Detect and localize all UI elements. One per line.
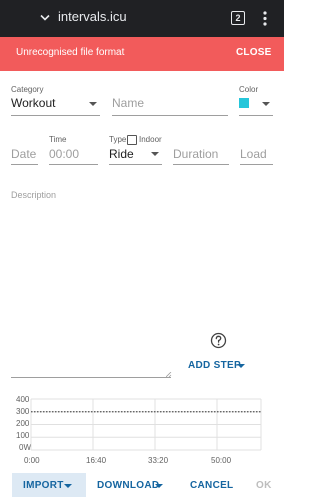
time-input[interactable]: 00:00 (49, 147, 79, 161)
load-input[interactable]: Load (240, 147, 267, 161)
duration-underline (173, 164, 229, 165)
date-input[interactable]: Date (11, 147, 36, 161)
type-underline (109, 164, 162, 165)
description-underline (11, 377, 171, 378)
color-dropdown-icon[interactable] (262, 102, 270, 106)
type-select[interactable]: Ride (109, 147, 134, 161)
type-label: Type (109, 135, 127, 144)
error-message: Unrecognised file format (16, 47, 125, 58)
more-menu-icon[interactable] (262, 11, 268, 26)
close-banner-button[interactable]: CLOSE (236, 47, 271, 58)
url-text[interactable]: intervals.icu (58, 9, 127, 24)
category-underline (11, 115, 100, 116)
add-step-dropdown-icon[interactable] (237, 364, 245, 368)
date-underline (11, 164, 38, 165)
color-swatch[interactable] (239, 98, 249, 108)
indoor-label: Indoor (139, 135, 162, 144)
type-dropdown-icon[interactable] (151, 152, 159, 156)
add-step-button[interactable]: ADD STEP (188, 360, 245, 371)
download-button[interactable]: DOWNLOAD (97, 480, 159, 491)
load-underline (240, 164, 273, 165)
help-icon[interactable] (210, 332, 227, 349)
chevron-down-icon[interactable] (40, 14, 50, 22)
indoor-checkbox[interactable] (127, 135, 137, 145)
add-step-label: ADD STEP (188, 360, 241, 371)
category-select[interactable]: Workout (11, 96, 55, 110)
color-underline (239, 115, 273, 116)
time-underline (49, 164, 98, 165)
duration-input[interactable]: Duration (173, 147, 218, 161)
tab-switcher-button[interactable]: 2 (231, 11, 245, 25)
color-label: Color (239, 85, 259, 94)
import-dropdown-icon[interactable] (64, 484, 72, 488)
power-chart: 400 300 200 100 0W 0:00 16:40 33:20 50:0… (0, 392, 284, 468)
chart-plot (30, 398, 262, 451)
category-label: Category (11, 85, 44, 94)
download-dropdown-icon[interactable] (155, 484, 163, 488)
name-underline (112, 115, 228, 116)
ok-button[interactable]: OK (256, 480, 272, 491)
name-input[interactable]: Name (112, 96, 144, 110)
import-label: IMPORT (23, 480, 64, 491)
cancel-button[interactable]: CANCEL (190, 480, 233, 491)
category-dropdown-icon[interactable] (89, 102, 97, 106)
resize-handle-icon[interactable] (166, 372, 172, 378)
time-label: Time (49, 135, 67, 144)
description-textarea[interactable]: Description (11, 190, 56, 200)
